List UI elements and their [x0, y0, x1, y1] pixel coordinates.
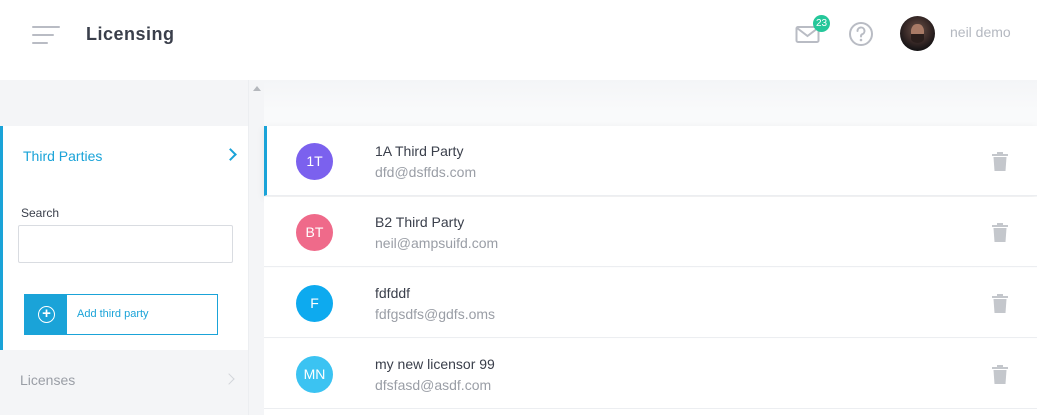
- party-name: fdfddf: [375, 285, 411, 301]
- help-icon[interactable]: [848, 21, 874, 47]
- party-email: neil@ampsuifd.com: [375, 235, 499, 251]
- party-email: dfd@dsffds.com: [375, 164, 477, 180]
- list-item[interactable]: F fdfddf fdfgsdfs@gdfs.oms: [264, 268, 1037, 338]
- trash-icon[interactable]: [992, 294, 1008, 313]
- add-third-party-label: Add third party: [77, 308, 149, 320]
- chevron-right-icon[interactable]: [224, 148, 237, 161]
- mail-count-badge: 23: [813, 15, 830, 32]
- initials-avatar: BT: [296, 214, 333, 251]
- party-name: my new licensor 99: [375, 356, 495, 372]
- scroll-up-arrow-icon[interactable]: [253, 86, 261, 91]
- sidebar-scrollbar[interactable]: [248, 80, 264, 415]
- trash-icon[interactable]: [992, 152, 1008, 171]
- party-name: 1A Third Party: [375, 143, 464, 159]
- top-header: Licensing 23 neil demo: [0, 0, 1037, 80]
- party-email: dfsfasd@asdf.com: [375, 377, 492, 393]
- sidebar-item-licenses[interactable]: Licenses: [20, 372, 75, 388]
- third-parties-panel: Third Parties Search + Add third party: [0, 126, 248, 350]
- page-title: Licensing: [86, 24, 175, 44]
- plus-circle-icon: +: [38, 306, 55, 323]
- search-input[interactable]: [18, 225, 233, 263]
- add-third-party-button[interactable]: + Add third party: [24, 294, 218, 335]
- search-label: Search: [21, 206, 60, 220]
- initials-avatar: F: [296, 285, 333, 322]
- user-avatar[interactable]: [900, 16, 935, 51]
- hamburger-menu-icon[interactable]: [32, 26, 62, 46]
- trash-icon[interactable]: [992, 223, 1008, 242]
- sidebar-item-third-parties[interactable]: Third Parties: [23, 148, 102, 164]
- list-item[interactable]: MN my new licensor 99 dfsfasd@asdf.com: [264, 339, 1037, 409]
- user-name[interactable]: neil demo: [950, 24, 1011, 40]
- party-email: fdfgsdfs@gdfs.oms: [375, 306, 496, 322]
- plus-icon-box: +: [25, 295, 67, 334]
- party-name: B2 Third Party: [375, 214, 465, 230]
- trash-icon[interactable]: [992, 365, 1008, 384]
- initials-avatar: 1T: [296, 143, 333, 180]
- list-item[interactable]: 1T 1A Third Party dfd@dsffds.com: [264, 126, 1037, 196]
- initials-avatar: MN: [296, 356, 333, 393]
- list-item[interactable]: BT B2 Third Party neil@ampsuifd.com: [264, 197, 1037, 267]
